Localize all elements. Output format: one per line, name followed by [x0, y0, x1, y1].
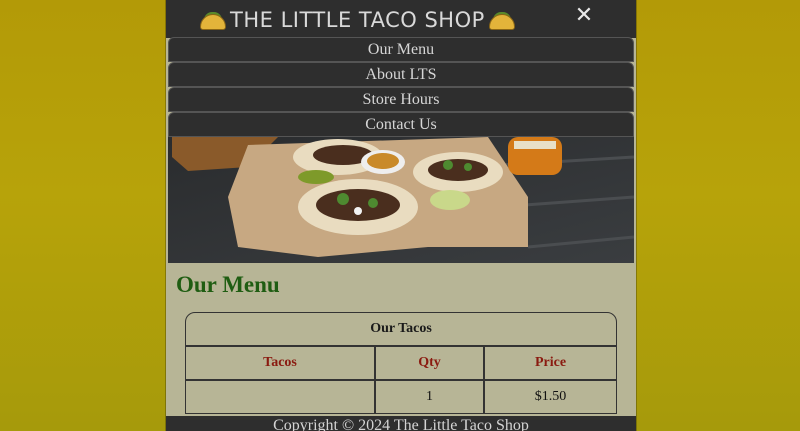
- table-caption: Our Tacos: [185, 312, 617, 346]
- tacos-photo: [168, 137, 634, 263]
- table-row: 1 $1.50: [185, 380, 617, 414]
- taco-icon: [200, 10, 226, 30]
- column-header-price: Price: [484, 346, 617, 380]
- nav-menu: Our Menu About LTS Store Hours Contact U…: [166, 37, 636, 137]
- page-title: Our Menu: [176, 272, 280, 297]
- site-logo[interactable]: THE LITTLE TACO SHOP: [200, 5, 515, 35]
- nav-item-about[interactable]: About LTS: [168, 62, 634, 87]
- nav-item-store-hours[interactable]: Store Hours: [168, 87, 634, 112]
- column-header-tacos: Tacos: [185, 346, 375, 380]
- menu-section: Our Menu Our Tacos Tacos Qty Price 1 $1.…: [166, 264, 636, 416]
- site-window: THE LITTLE TACO SHOP ✕ Our Menu About LT…: [166, 0, 636, 431]
- top-bar: THE LITTLE TACO SHOP ✕: [166, 0, 636, 38]
- qty-cell: 1: [375, 380, 484, 414]
- column-header-qty: Qty: [375, 346, 484, 380]
- nav-item-our-menu[interactable]: Our Menu: [168, 37, 634, 62]
- taco-name-cell: [185, 380, 375, 414]
- hero-image: [168, 137, 634, 263]
- close-icon[interactable]: ✕: [572, 4, 596, 28]
- taco-icon: [488, 10, 515, 30]
- copyright-text: Copyright © 2024 The Little Taco Shop: [273, 417, 529, 431]
- price-cell: $1.50: [484, 380, 617, 414]
- site-title: THE LITTLE TACO SHOP: [230, 8, 485, 32]
- footer: Copyright © 2024 The Little Taco Shop: [166, 416, 636, 431]
- taco-table: Our Tacos Tacos Qty Price 1 $1.50: [185, 312, 617, 414]
- nav-item-contact[interactable]: Contact Us: [168, 112, 634, 137]
